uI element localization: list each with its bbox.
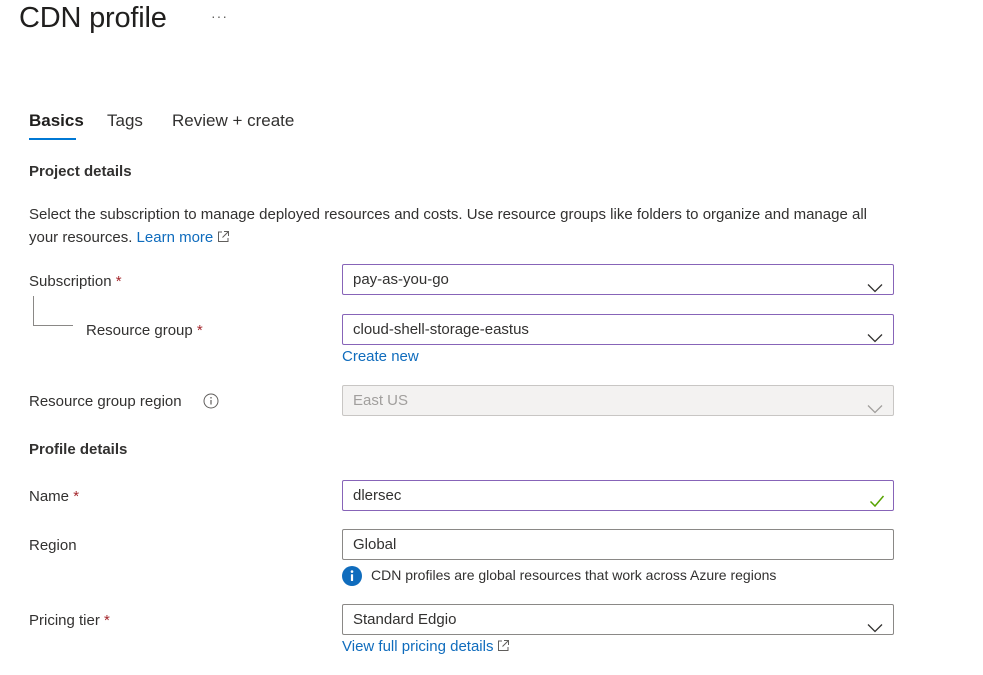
subscription-label: Subscription * [29, 273, 122, 290]
resource-group-label-text: Resource group [86, 322, 193, 339]
create-new-link[interactable]: Create new [342, 348, 419, 365]
required-marker: * [104, 612, 110, 629]
subscription-label-text: Subscription [29, 273, 112, 290]
page-title: CDN profile [19, 2, 167, 34]
info-icon[interactable] [203, 393, 219, 414]
region-notice: CDN profiles are global resources that w… [371, 567, 777, 583]
learn-more-link[interactable]: Learn more [137, 229, 231, 246]
name-label: Name * [29, 488, 79, 505]
subscription-value: pay-as-you-go [353, 271, 449, 288]
region-label: Region [29, 537, 77, 554]
external-link-icon [497, 639, 510, 656]
chevron-down-icon [867, 274, 883, 303]
active-tab-indicator [29, 138, 76, 140]
resource-group-dropdown[interactable]: cloud-shell-storage-eastus [342, 314, 894, 345]
tree-connector-vertical [33, 296, 34, 325]
name-value: dlersec [353, 487, 402, 504]
resource-group-label: Resource group * [86, 322, 203, 339]
pricing-tier-value: Standard Edgio [353, 611, 457, 628]
tab-tags[interactable]: Tags [107, 111, 143, 131]
project-details-heading: Project details [29, 163, 132, 180]
required-marker: * [115, 273, 122, 290]
resource-group-region-label: Resource group region [29, 393, 182, 410]
resource-group-region-dropdown: East US [342, 385, 894, 416]
view-pricing-details-link[interactable]: View full pricing details [342, 638, 510, 656]
tab-basics[interactable]: Basics [29, 111, 84, 131]
learn-more-label: Learn more [136, 228, 214, 246]
pricing-tier-dropdown[interactable]: Standard Edgio [342, 604, 894, 635]
required-marker: * [196, 322, 203, 339]
subscription-dropdown[interactable]: pay-as-you-go [342, 264, 894, 295]
name-label-text: Name [29, 488, 70, 505]
external-link-icon [217, 228, 230, 251]
view-pricing-details-label: View full pricing details [342, 638, 494, 655]
name-input[interactable]: dlersec [342, 480, 894, 511]
region-value: Global [353, 536, 397, 553]
tree-connector-horizontal [33, 325, 73, 326]
pricing-tier-label-text: Pricing tier [29, 612, 100, 629]
tab-review-create[interactable]: Review + create [172, 111, 294, 131]
chevron-down-icon [867, 395, 883, 424]
pricing-tier-label: Pricing tier * [29, 612, 110, 629]
info-filled-icon [342, 566, 362, 591]
chevron-down-icon [867, 614, 883, 643]
chevron-down-icon [867, 324, 883, 353]
resource-group-region-value: East US [353, 392, 409, 409]
region-input: Global [342, 529, 894, 560]
required-marker: * [73, 488, 80, 505]
more-options-button[interactable]: ··· [211, 8, 228, 24]
profile-details-heading: Profile details [29, 441, 128, 458]
checkmark-icon [869, 489, 885, 518]
project-details-description: Select the subscription to manage deploy… [29, 204, 869, 250]
resource-group-value: cloud-shell-storage-eastus [353, 321, 529, 338]
